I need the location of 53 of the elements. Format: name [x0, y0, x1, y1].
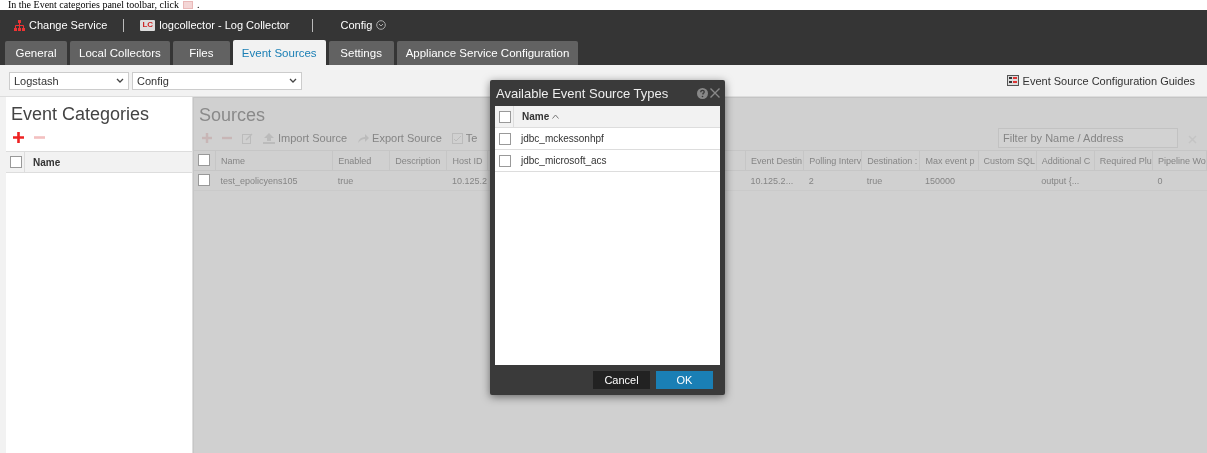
guide-icon — [1006, 75, 1019, 86]
cancel-button[interactable]: Cancel — [593, 371, 650, 389]
dialog-title: Available Event Source Types — [496, 85, 670, 101]
dropdown[interactable]: Logstash — [9, 71, 129, 90]
import-button[interactable]: Import Source — [263, 132, 348, 144]
checkbox[interactable] — [10, 156, 22, 168]
service-badge: LC — [140, 19, 156, 31]
instruction-period: . — [196, 0, 200, 10]
list-item[interactable]: jdbc_microsoft_acs — [513, 155, 607, 166]
tab[interactable]: Appliance Service Configuration — [396, 41, 579, 65]
table-cell: 0 — [1157, 175, 1163, 186]
tab[interactable]: Local Collectors — [70, 41, 170, 65]
ok-button[interactable]: OK — [656, 371, 713, 389]
table-cell: 10.125.2... — [750, 175, 794, 186]
test-button[interactable]: Te — [451, 132, 478, 144]
checkbox[interactable] — [499, 154, 511, 167]
table-cell: 150000 — [924, 175, 955, 186]
table-cell: true — [337, 175, 354, 186]
checkbox[interactable] — [499, 110, 511, 123]
dropdown[interactable]: Config — [132, 71, 302, 90]
checkbox[interactable] — [499, 132, 511, 145]
checkbox[interactable] — [198, 173, 210, 186]
instruction-text: In the Event categories panel toolbar, click — [8, 0, 179, 10]
tab[interactable]: Settings — [328, 41, 394, 65]
filter-field[interactable]: Filter by Name / Address — [998, 128, 1178, 148]
column-header[interactable]: Name — [221, 155, 246, 166]
table-cell: true — [866, 175, 883, 186]
column-header[interactable]: Name — [514, 110, 566, 123]
add-button[interactable] — [13, 131, 24, 143]
export-button[interactable]: Export Source — [357, 132, 442, 144]
table-cell: test_epolicyens105 — [220, 175, 298, 186]
hierarchy-icon — [14, 19, 25, 31]
table-cell: output {... — [1041, 175, 1080, 186]
caret-icon — [289, 77, 297, 84]
caret-icon — [116, 77, 124, 84]
service-name[interactable]: logcollector - Log Collector — [159, 19, 290, 31]
checkbox[interactable] — [198, 153, 210, 166]
panel-title: Event Categories — [11, 104, 150, 123]
tab[interactable]: Files — [172, 41, 230, 65]
table-cell: 2 — [808, 175, 814, 186]
tab[interactable]: General — [5, 41, 67, 65]
view-menu[interactable]: Config — [340, 19, 373, 31]
panel-title: Sources — [199, 105, 266, 124]
dropdown-icon — [376, 20, 387, 30]
help-icon[interactable] — [697, 87, 708, 99]
tab[interactable]: Event Sources — [232, 40, 326, 65]
column-header[interactable]: Name — [25, 156, 61, 168]
table-cell: 10.125.2 — [451, 175, 487, 186]
list-item[interactable]: jdbc_mckessonhpf — [513, 133, 604, 144]
change-service-link[interactable]: Change Service — [29, 19, 108, 31]
guides-link[interactable]: Event Source Configuration Guides — [1022, 74, 1195, 87]
add-icon — [182, 1, 193, 9]
close-icon[interactable] — [710, 88, 720, 98]
